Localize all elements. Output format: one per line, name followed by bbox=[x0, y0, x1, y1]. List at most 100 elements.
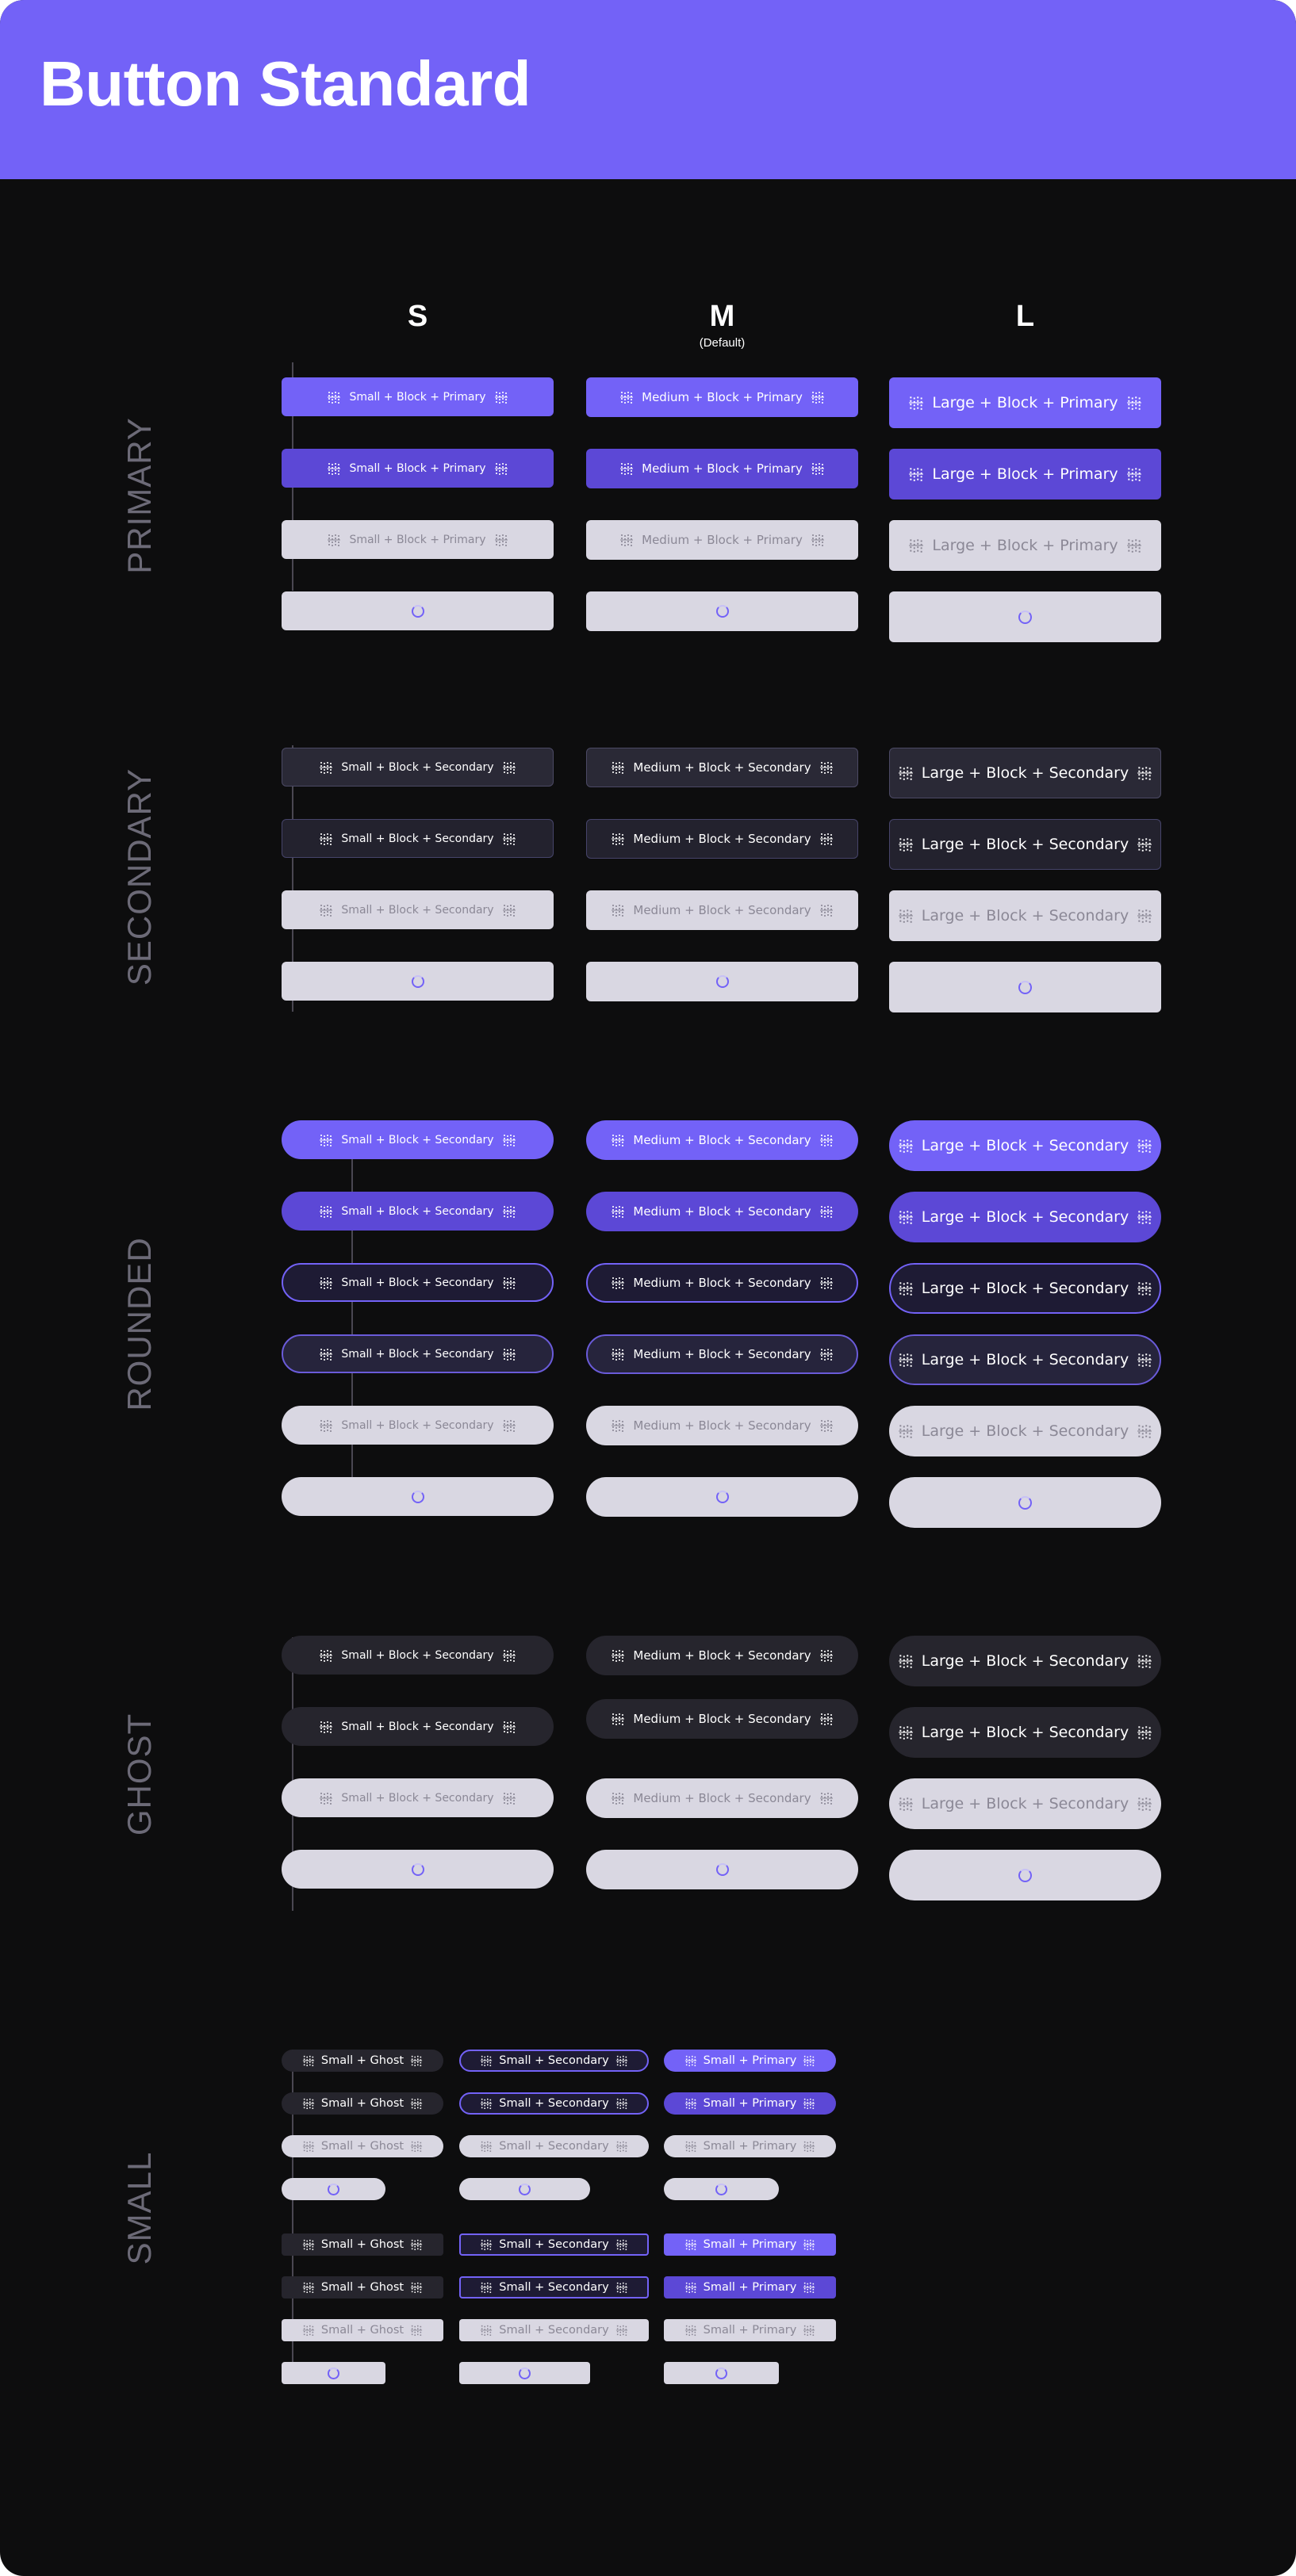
button-label: Large + Block + Primary bbox=[932, 465, 1118, 483]
primary-small-button-1[interactable]: Small + Block + Primary bbox=[282, 377, 554, 416]
small-primary-button-7[interactable]: Small + Primary bbox=[664, 2319, 836, 2341]
small-secondary-button-8-loading[interactable] bbox=[459, 2362, 590, 2384]
secondary-medium-button-4-loading[interactable] bbox=[586, 962, 858, 1001]
primary-large-button-2[interactable]: Large + Block + Primary bbox=[889, 449, 1161, 500]
ghost-small-button-1[interactable]: Small + Block + Secondary bbox=[282, 1636, 554, 1675]
rounded-small-button-1[interactable]: Small + Block + Secondary bbox=[282, 1120, 554, 1159]
sparkle-grid-icon bbox=[898, 1423, 914, 1439]
small-secondary-button-1[interactable]: Small + Secondary bbox=[459, 2050, 649, 2072]
sparkle-grid-icon bbox=[1126, 466, 1142, 482]
rounded-large-button-3[interactable]: Large + Block + Secondary bbox=[889, 1263, 1161, 1314]
small-primary-button-2[interactable]: Small + Primary bbox=[664, 2092, 836, 2115]
rounded-large-button-5[interactable]: Large + Block + Secondary bbox=[889, 1406, 1161, 1456]
secondary-small-button-4-loading[interactable] bbox=[282, 962, 554, 1001]
spinner-icon bbox=[715, 605, 729, 618]
secondary-small-button-3[interactable]: Small + Block + Secondary bbox=[282, 890, 554, 929]
rounded-large-button-1[interactable]: Large + Block + Secondary bbox=[889, 1120, 1161, 1171]
rounded-medium-button-5[interactable]: Medium + Block + Secondary bbox=[586, 1406, 858, 1445]
secondary-large-button-3[interactable]: Large + Block + Secondary bbox=[889, 890, 1161, 941]
small-secondary-button-4-loading[interactable] bbox=[459, 2178, 590, 2200]
rounded-large-button-4[interactable]: Large + Block + Secondary bbox=[889, 1334, 1161, 1385]
ghost-medium-button-4-loading[interactable] bbox=[586, 1850, 858, 1889]
secondary-large-button-4-loading[interactable] bbox=[889, 962, 1161, 1012]
button-label: Small + Primary bbox=[703, 2139, 797, 2153]
small-primary-button-1[interactable]: Small + Primary bbox=[664, 2050, 836, 2072]
small-ghost-button-4-loading[interactable] bbox=[282, 2178, 385, 2200]
small-ghost-button-1[interactable]: Small + Ghost bbox=[282, 2050, 443, 2072]
small-primary-button-3[interactable]: Small + Primary bbox=[664, 2135, 836, 2157]
secondary-large-button-2[interactable]: Large + Block + Secondary bbox=[889, 819, 1161, 870]
small-ghost-button-8-loading[interactable] bbox=[282, 2362, 385, 2384]
secondary-small-button-2[interactable]: Small + Block + Secondary bbox=[282, 819, 554, 858]
ghost-medium-button-1[interactable]: Medium + Block + Secondary bbox=[586, 1636, 858, 1675]
secondary-medium-button-1[interactable]: Medium + Block + Secondary bbox=[586, 748, 858, 787]
ghost-medium-button-3[interactable]: Medium + Block + Secondary bbox=[586, 1778, 858, 1818]
small-secondary-button-6[interactable]: Small + Secondary bbox=[459, 2276, 649, 2298]
rounded-medium-button-3[interactable]: Medium + Block + Secondary bbox=[586, 1263, 858, 1303]
small-primary-button-4-loading[interactable] bbox=[664, 2178, 779, 2200]
ghost-small-button-3[interactable]: Small + Block + Secondary bbox=[282, 1778, 554, 1817]
rounded-medium-button-1[interactable]: Medium + Block + Secondary bbox=[586, 1120, 858, 1160]
secondary-medium-button-2[interactable]: Medium + Block + Secondary bbox=[586, 819, 858, 859]
small-secondary-button-2[interactable]: Small + Secondary bbox=[459, 2092, 649, 2115]
secondary-medium-button-3[interactable]: Medium + Block + Secondary bbox=[586, 890, 858, 930]
primary-small-button-3[interactable]: Small + Block + Primary bbox=[282, 520, 554, 559]
primary-medium-button-1[interactable]: Medium + Block + Primary bbox=[586, 377, 858, 417]
sparkle-grid-icon bbox=[803, 2238, 815, 2251]
rounded-large-button-6-loading[interactable] bbox=[889, 1477, 1161, 1528]
sparkle-grid-icon bbox=[803, 2054, 815, 2067]
button-label: Large + Block + Secondary bbox=[921, 1723, 1129, 1741]
rounded-small-button-3[interactable]: Small + Block + Secondary bbox=[282, 1263, 554, 1302]
ghost-small-button-4-loading[interactable] bbox=[282, 1850, 554, 1889]
button-label: Large + Block + Secondary bbox=[921, 1652, 1129, 1670]
ghost-large-button-3[interactable]: Large + Block + Secondary bbox=[889, 1778, 1161, 1829]
ghost-medium-button-2[interactable]: Medium + Block + Secondary bbox=[586, 1699, 858, 1739]
rounded-small-button-2[interactable]: Small + Block + Secondary bbox=[282, 1192, 554, 1231]
primary-small-button-2[interactable]: Small + Block + Primary bbox=[282, 449, 554, 488]
small-ghost-button-6[interactable]: Small + Ghost bbox=[282, 2276, 443, 2298]
sparkle-grid-icon bbox=[684, 2281, 697, 2294]
small-ghost-button-7[interactable]: Small + Ghost bbox=[282, 2319, 443, 2341]
sparkle-grid-icon bbox=[319, 1418, 333, 1433]
small-ghost-button-3[interactable]: Small + Ghost bbox=[282, 2135, 443, 2157]
secondary-large-button-1[interactable]: Large + Block + Secondary bbox=[889, 748, 1161, 798]
primary-large-button-4-loading[interactable] bbox=[889, 591, 1161, 642]
small-primary-button-6[interactable]: Small + Primary bbox=[664, 2276, 836, 2298]
primary-small-button-4-loading[interactable] bbox=[282, 591, 554, 630]
small-primary-button-5[interactable]: Small + Primary bbox=[664, 2233, 836, 2256]
spinner-icon bbox=[715, 2183, 727, 2195]
spinner-icon bbox=[411, 1490, 424, 1503]
ghost-large-button-2[interactable]: Large + Block + Secondary bbox=[889, 1707, 1161, 1758]
primary-medium-button-4-loading[interactable] bbox=[586, 591, 858, 631]
primary-large-button-3[interactable]: Large + Block + Primary bbox=[889, 520, 1161, 571]
secondary-small-button-1[interactable]: Small + Block + Secondary bbox=[282, 748, 554, 787]
sparkle-grid-icon bbox=[819, 1791, 834, 1805]
rounded-medium-button-2[interactable]: Medium + Block + Secondary bbox=[586, 1192, 858, 1231]
rounded-medium-button-6-loading[interactable] bbox=[586, 1477, 858, 1517]
rounded-medium-button-4[interactable]: Medium + Block + Secondary bbox=[586, 1334, 858, 1374]
sparkle-grid-icon bbox=[302, 2097, 315, 2110]
small-primary-button-8-loading[interactable] bbox=[664, 2362, 779, 2384]
small-secondary-button-5[interactable]: Small + Secondary bbox=[459, 2233, 649, 2256]
ghost-large-button-1[interactable]: Large + Block + Secondary bbox=[889, 1636, 1161, 1686]
sparkle-grid-icon bbox=[302, 2238, 315, 2251]
sparkle-grid-icon bbox=[898, 1653, 914, 1669]
primary-medium-button-2[interactable]: Medium + Block + Primary bbox=[586, 449, 858, 488]
column-header-s: S bbox=[407, 300, 428, 333]
primary-large-button-1[interactable]: Large + Block + Primary bbox=[889, 377, 1161, 428]
sparkle-grid-icon bbox=[908, 395, 924, 411]
spinner-icon bbox=[411, 604, 424, 618]
sparkle-grid-icon bbox=[319, 1791, 333, 1805]
primary-medium-button-3[interactable]: Medium + Block + Primary bbox=[586, 520, 858, 560]
rounded-large-button-2[interactable]: Large + Block + Secondary bbox=[889, 1192, 1161, 1242]
small-ghost-button-5[interactable]: Small + Ghost bbox=[282, 2233, 443, 2256]
small-secondary-button-7[interactable]: Small + Secondary bbox=[459, 2319, 649, 2341]
button-label: Small + Block + Primary bbox=[349, 390, 486, 404]
rounded-small-button-6-loading[interactable] bbox=[282, 1477, 554, 1516]
rounded-small-button-5[interactable]: Small + Block + Secondary bbox=[282, 1406, 554, 1445]
ghost-large-button-4-loading[interactable] bbox=[889, 1850, 1161, 1900]
small-ghost-button-2[interactable]: Small + Ghost bbox=[282, 2092, 443, 2115]
ghost-small-button-2[interactable]: Small + Block + Secondary bbox=[282, 1707, 554, 1746]
small-secondary-button-3[interactable]: Small + Secondary bbox=[459, 2135, 649, 2157]
rounded-small-button-4[interactable]: Small + Block + Secondary bbox=[282, 1334, 554, 1373]
